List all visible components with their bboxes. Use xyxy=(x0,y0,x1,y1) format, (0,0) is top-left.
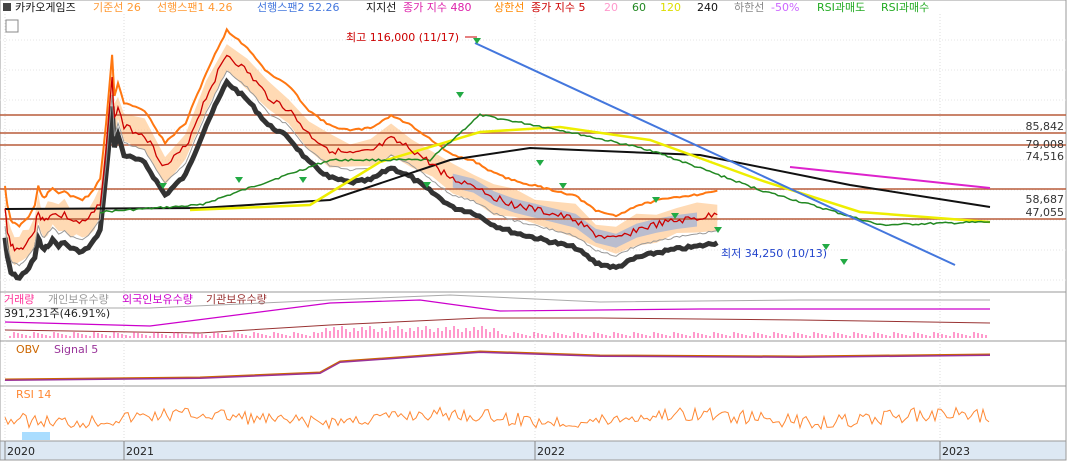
price-level-label: 74,516 xyxy=(1026,150,1065,163)
volume-legend-item: 외국인보유수량 xyxy=(122,293,193,306)
price-level-label: 85,842 xyxy=(1026,120,1065,133)
rsi-legend-item: RSI 14 xyxy=(16,388,51,401)
stock-chart: 85,842 79,008 74,516 58,687 47,055 최고 11… xyxy=(0,0,1067,461)
x-axis-label: 2021 xyxy=(126,445,154,458)
rsi-legend: RSI 14 xyxy=(16,388,51,401)
legend-item: 120 xyxy=(660,1,681,14)
obv-legend: OBV Signal 5 xyxy=(16,343,98,356)
x-axis-label: 2020 xyxy=(7,445,35,458)
collapse-icon[interactable] xyxy=(3,3,11,11)
legend-item: 선행스팬2 52.26 xyxy=(257,1,339,14)
legend-item: 지지선 xyxy=(366,1,396,14)
legend-item: 종가 지수 5 xyxy=(531,1,585,14)
obv-legend-item: OBV xyxy=(16,343,40,356)
high-annotation: 최고 116,000 (11/17) xyxy=(346,31,459,44)
volume-legend-item: 거래량 xyxy=(4,293,34,306)
legend-item: RSI과매도 xyxy=(817,1,865,14)
legend-item: 20 xyxy=(604,1,618,14)
x-axis-label: 2023 xyxy=(942,445,970,458)
volume-legend-item: 개인보유수량 xyxy=(48,293,109,306)
stock-title: 카카오게임즈 xyxy=(15,1,76,14)
legend-item: 종가 지수 480 xyxy=(403,1,471,14)
legend-item: -50% xyxy=(771,1,799,14)
volume-readout: 391,231주(46.91%) xyxy=(4,307,110,320)
x-axis-label: 2022 xyxy=(537,445,565,458)
low-annotation: 최저 34,250 (10/13) xyxy=(721,247,827,260)
legend-item: 상한선 xyxy=(494,1,524,14)
legend-item: 하한선 xyxy=(734,0,764,14)
legend-item: 기준선 26 xyxy=(93,1,141,14)
legend-item: 240 xyxy=(697,1,718,14)
obv-legend-item: Signal 5 xyxy=(54,343,98,356)
legend-item: 선행스팬1 4.26 xyxy=(157,1,232,14)
legend-item: RSI과매수 xyxy=(881,1,929,14)
rsi-oversold-area xyxy=(22,432,50,440)
price-level-label: 47,055 xyxy=(1026,206,1065,219)
x-axis-bar xyxy=(0,440,1067,461)
legend-item: 60 xyxy=(632,1,646,14)
price-level-label: 58,687 xyxy=(1026,193,1065,206)
